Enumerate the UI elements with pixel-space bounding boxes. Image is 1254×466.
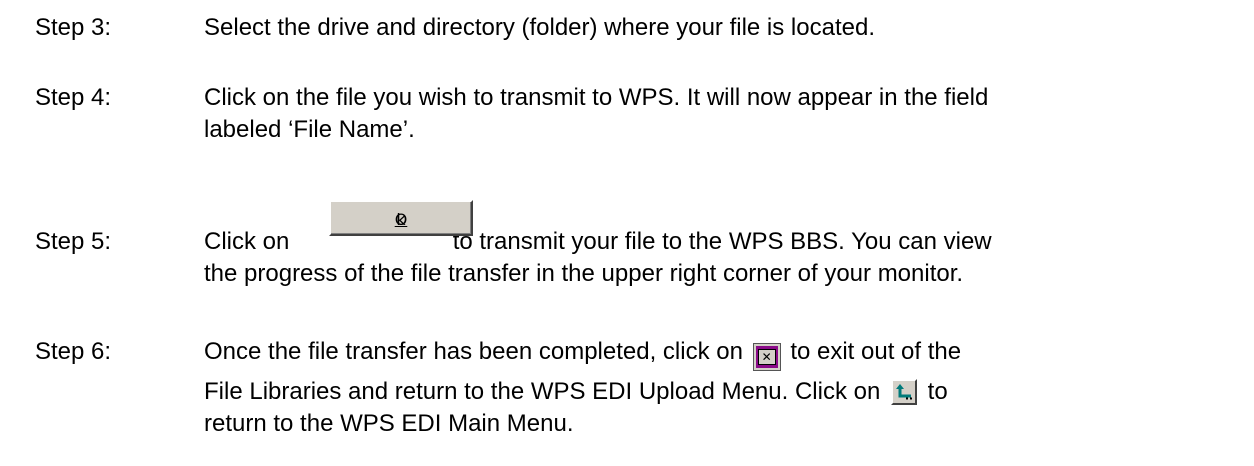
- step-text-after-button: to transmit your file to the WPS BBS. Yo…: [452, 228, 992, 255]
- step-line: Select the drive and directory (folder) …: [204, 14, 875, 41]
- step-text-before-button: Click on: [204, 228, 290, 255]
- step-label: Step 6:: [35, 338, 112, 365]
- ok-button[interactable]: Ok: [329, 200, 473, 236]
- step-text: Once the file transfer has been complete…: [204, 336, 1244, 440]
- step-line: the progress of the file transfer in the…: [204, 260, 964, 287]
- step-label: Step 5:: [35, 228, 112, 255]
- step-line: Click on the file you wish to transmit t…: [204, 84, 989, 111]
- step-text: Click on Ok to transmit your file to the…: [204, 200, 1244, 290]
- step-line: labeled ‘File Name’.: [204, 116, 415, 143]
- up-arrow-icon: [895, 384, 912, 400]
- step-line: return to the WPS EDI Main Menu.: [204, 410, 574, 437]
- step-line: Click on Ok to transmit your file to the…: [204, 200, 1244, 258]
- up-level-icon[interactable]: [890, 379, 917, 405]
- step-line: File Libraries and return to the WPS EDI…: [204, 378, 948, 405]
- step-text: Click on the file you wish to transmit t…: [204, 82, 1244, 146]
- step-label: Step 3:: [35, 14, 112, 41]
- step-line: Once the file transfer has been complete…: [204, 336, 1244, 370]
- step-label: Step 4:: [35, 84, 112, 111]
- close-icon[interactable]: ✕: [753, 344, 780, 370]
- step-text: Select the drive and directory (folder) …: [204, 12, 1244, 44]
